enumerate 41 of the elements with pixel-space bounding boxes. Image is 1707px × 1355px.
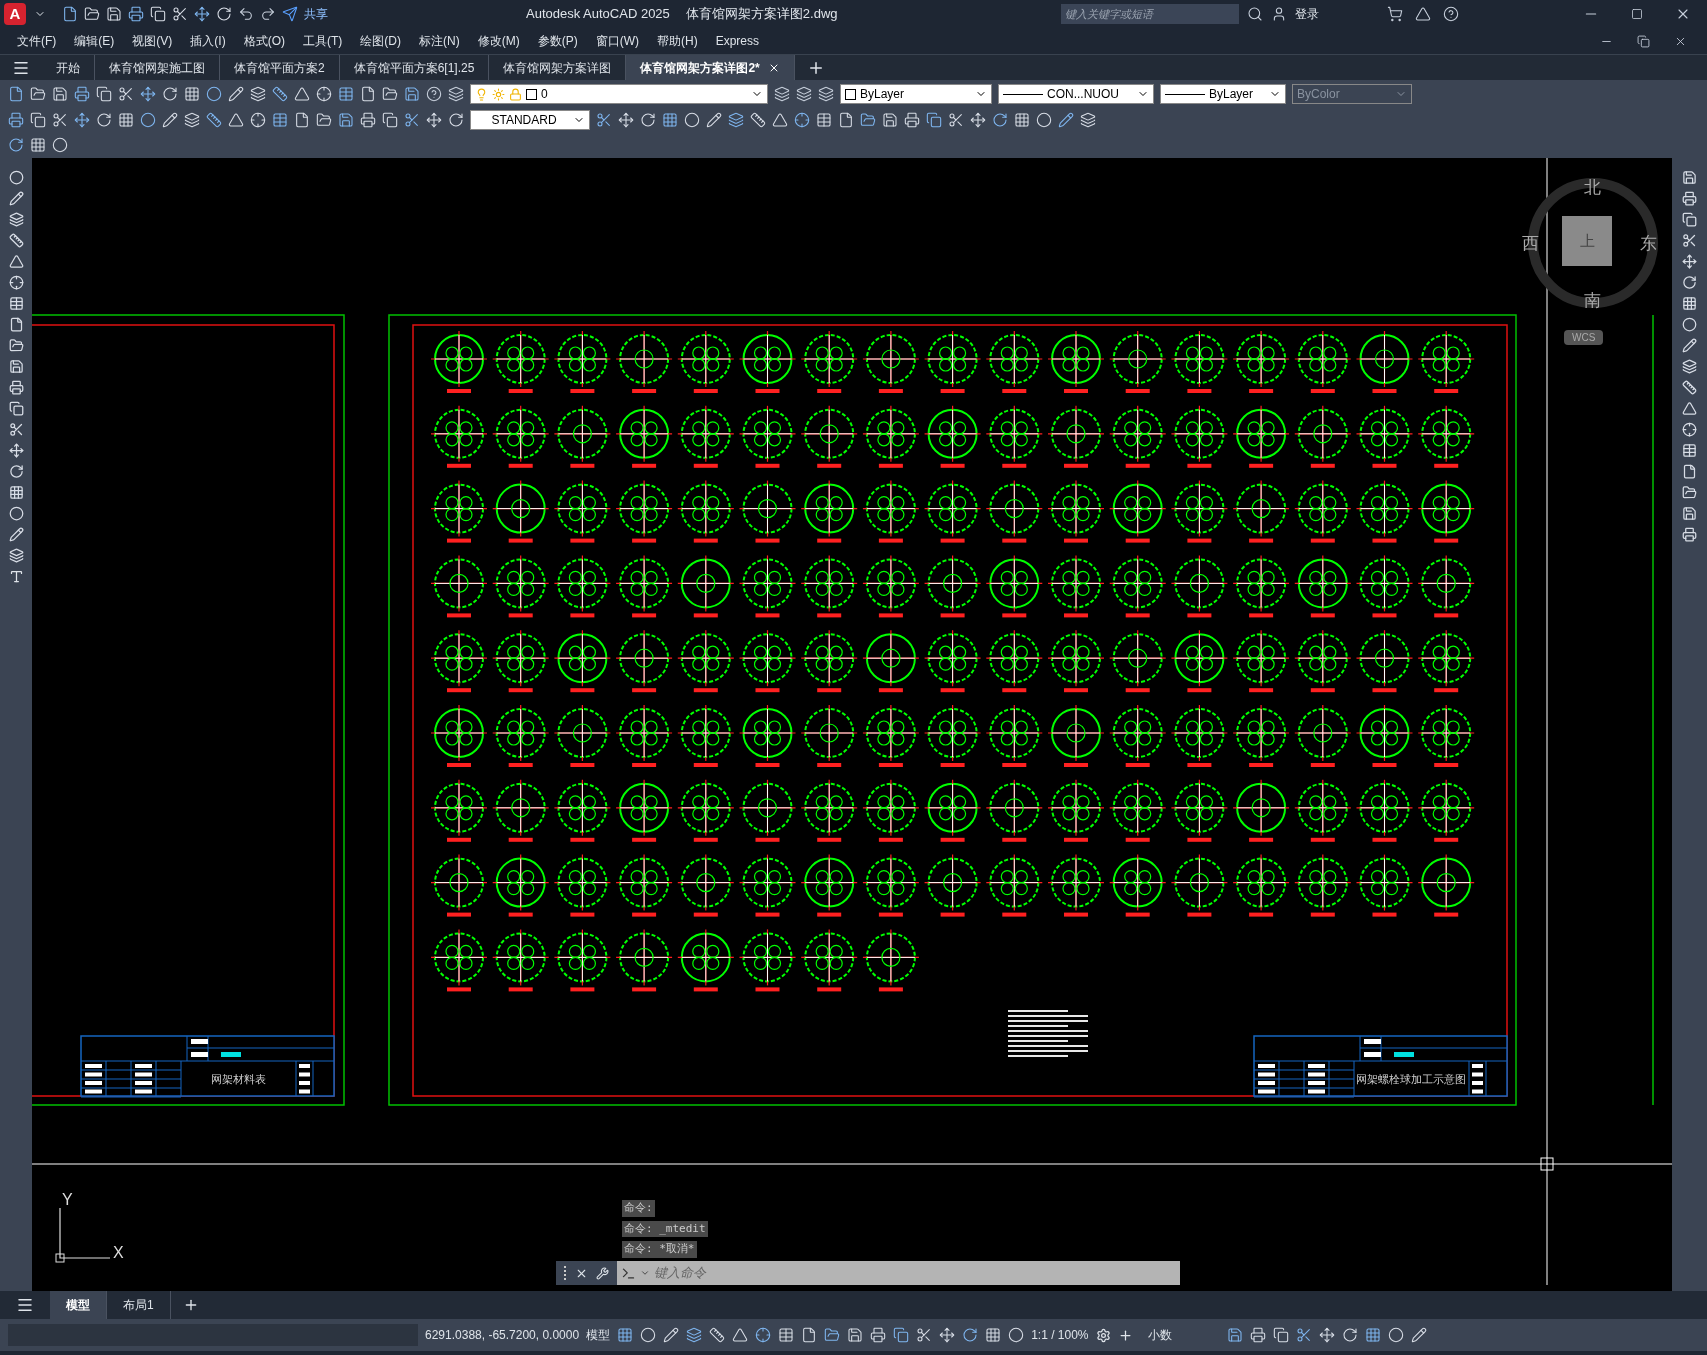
file-name: 体育馆网架方案详图2.dwg [685, 5, 838, 24]
menu-item[interactable]: 文件(F) [8, 32, 66, 50]
menu-item[interactable]: 插入(I) [181, 32, 235, 50]
menu-item[interactable]: 标注(N) [410, 32, 469, 50]
menu-item[interactable]: 绘图(D) [351, 32, 410, 50]
title-block: 网架材料表 [80, 1035, 335, 1098]
layer-dropdown[interactable]: 0 [470, 84, 768, 104]
share-link[interactable]: 共享 [304, 5, 328, 23]
compass-label[interactable]: 东 [1640, 231, 1657, 257]
dropdown[interactable]: CON...NUOU [998, 84, 1154, 104]
menu-item[interactable]: 视图(V) [123, 32, 182, 50]
login-link[interactable]: 登录 [1294, 5, 1319, 23]
units-dropdown[interactable]: 小数 [1139, 1326, 1220, 1344]
axis-label: X [113, 1244, 124, 1261]
compass-label[interactable]: 北 [1584, 175, 1601, 201]
compass-label[interactable]: 西 [1522, 231, 1539, 257]
menu-item[interactable]: 格式(O) [234, 32, 294, 50]
command-field[interactable]: 键入命令 [654, 1263, 1176, 1283]
menu-item[interactable]: 参数(P) [528, 32, 587, 50]
menu-item[interactable]: 编辑(E) [65, 32, 124, 50]
axis-label: Y [62, 1191, 73, 1208]
coordinate-readout: 6291.0388, -65.7200, 0.0000 [425, 1327, 580, 1344]
search-field[interactable]: 键入关键字或短语 [1060, 4, 1239, 24]
model-space-toggle[interactable]: 模型 [586, 1326, 611, 1344]
title-block: 网架螺栓球加工示意图 [1253, 1035, 1508, 1098]
command-input[interactable]: 键入命令 [617, 1261, 1180, 1285]
drawing-canvas[interactable]: 网架材料表 网架螺栓球加工示意图 Y X 北 西 上 东 南 WCS 命令: 命令: _mtedit 命令: *取消* 键入命令 [32, 158, 1672, 1291]
annotation-scale[interactable]: 1:1 / 100% [1031, 1326, 1089, 1344]
text-style-dropdown[interactable]: STANDARD [470, 110, 590, 130]
menu-item[interactable]: 窗口(W) [586, 32, 648, 50]
dropdown[interactable]: ByLayer [1160, 84, 1286, 104]
menu-item[interactable]: 帮助(H) [648, 32, 707, 50]
layout-tab[interactable]: 模型 [50, 1291, 107, 1319]
menu-item[interactable]: 修改(M) [468, 32, 529, 50]
file-tab[interactable]: 体育馆网架方案详图2* [626, 55, 795, 80]
menu-item[interactable]: 工具(T) [294, 32, 352, 50]
menu-item[interactable]: Express [706, 32, 768, 50]
color-dropdown[interactable]: ByLayer [840, 84, 992, 104]
compass-label[interactable]: 南 [1584, 288, 1601, 314]
app-logo[interactable]: A [4, 3, 26, 25]
app-title: Autodesk AutoCAD 2025 [526, 5, 670, 24]
